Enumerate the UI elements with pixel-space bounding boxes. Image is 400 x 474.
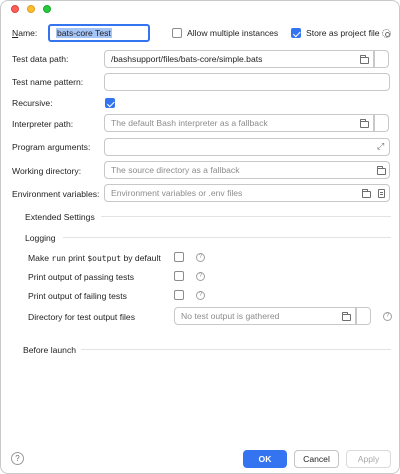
program-arguments-label: Program arguments:	[12, 142, 91, 152]
folder-icon[interactable]	[342, 312, 351, 321]
section-divider	[81, 349, 391, 350]
section-divider	[101, 216, 391, 217]
test-name-pattern-input[interactable]	[104, 73, 390, 91]
recursive-checkbox[interactable]	[105, 98, 115, 108]
test-data-path-value: /bashsupport/files/bats-core/simple.bats	[111, 54, 263, 64]
store-as-project-file-checkbox[interactable]	[291, 28, 301, 38]
test-data-path-input[interactable]: /bashsupport/files/bats-core/simple.bats	[104, 50, 374, 68]
before-launch-title[interactable]: Before launch	[23, 345, 76, 355]
output-directory-label: Directory for test output files	[28, 312, 135, 322]
zoom-window-button[interactable]	[43, 5, 51, 13]
apply-button[interactable]: Apply	[346, 450, 391, 468]
make-run-print-output-checkbox[interactable]	[174, 252, 184, 262]
output-directory-placeholder: No test output is gathered	[181, 311, 280, 321]
logging-title: Logging	[25, 233, 56, 243]
program-arguments-input[interactable]	[104, 138, 390, 156]
folder-icon[interactable]	[360, 119, 369, 128]
name-input[interactable]: bats-core Test	[48, 24, 150, 42]
interpreter-path-extra-box[interactable]	[374, 114, 389, 132]
print-failing-tests-label: Print output of failing tests	[28, 291, 127, 301]
allow-multiple-instances-label: Allow multiple instances	[187, 28, 279, 38]
store-as-project-file-label: Store as project file	[306, 28, 380, 38]
print-passing-tests-checkbox[interactable]	[174, 271, 184, 281]
gear-icon[interactable]	[382, 29, 391, 38]
recursive-label: Recursive:	[12, 98, 53, 108]
file-icon[interactable]	[378, 189, 385, 198]
folder-icon[interactable]	[360, 55, 369, 64]
interpreter-path-input[interactable]: The default Bash interpreter as a fallba…	[104, 114, 374, 132]
help-icon[interactable]: ?	[11, 452, 24, 465]
help-icon[interactable]: ?	[196, 253, 205, 262]
interpreter-path-label: Interpreter path:	[12, 119, 74, 129]
close-window-button[interactable]	[11, 5, 19, 13]
title-bar	[1, 1, 399, 17]
extended-settings-title[interactable]: Extended Settings	[25, 212, 95, 222]
folder-icon[interactable]	[362, 189, 371, 198]
test-data-path-extra-box[interactable]	[374, 50, 389, 68]
output-directory-input[interactable]: No test output is gathered	[174, 307, 356, 325]
interpreter-path-placeholder: The default Bash interpreter as a fallba…	[111, 118, 268, 128]
environment-variables-label: Environment variables:	[12, 189, 100, 199]
help-icon[interactable]: ?	[383, 312, 392, 321]
print-passing-tests-label: Print output of passing tests	[28, 272, 135, 282]
working-directory-input[interactable]: The source directory as a fallback	[104, 161, 390, 179]
expand-icon[interactable]: ⤢	[377, 142, 384, 151]
working-directory-label: Working directory:	[12, 166, 82, 176]
environment-variables-placeholder: Environment variables or .env files	[111, 188, 243, 198]
folder-icon[interactable]	[377, 166, 386, 175]
ok-button[interactable]: OK	[243, 450, 287, 468]
test-name-pattern-label: Test name pattern:	[12, 77, 84, 87]
name-input-value: bats-core Test	[56, 28, 112, 38]
cancel-button[interactable]: Cancel	[294, 450, 339, 468]
allow-multiple-instances-checkbox[interactable]	[172, 28, 182, 38]
section-divider	[63, 237, 391, 238]
make-run-print-output-label: Make run print $output by default	[28, 253, 161, 263]
environment-variables-input[interactable]: Environment variables or .env files	[104, 184, 390, 202]
run-configuration-dialog: Name: bats-core Test Allow multiple inst…	[0, 0, 400, 474]
help-icon[interactable]: ?	[196, 291, 205, 300]
minimize-window-button[interactable]	[27, 5, 35, 13]
working-directory-placeholder: The source directory as a fallback	[111, 165, 240, 175]
test-data-path-label: Test data path:	[12, 54, 69, 64]
help-icon[interactable]: ?	[196, 272, 205, 281]
output-directory-extra-box[interactable]	[356, 307, 371, 325]
print-failing-tests-checkbox[interactable]	[174, 290, 184, 300]
name-label: Name:	[12, 28, 38, 38]
